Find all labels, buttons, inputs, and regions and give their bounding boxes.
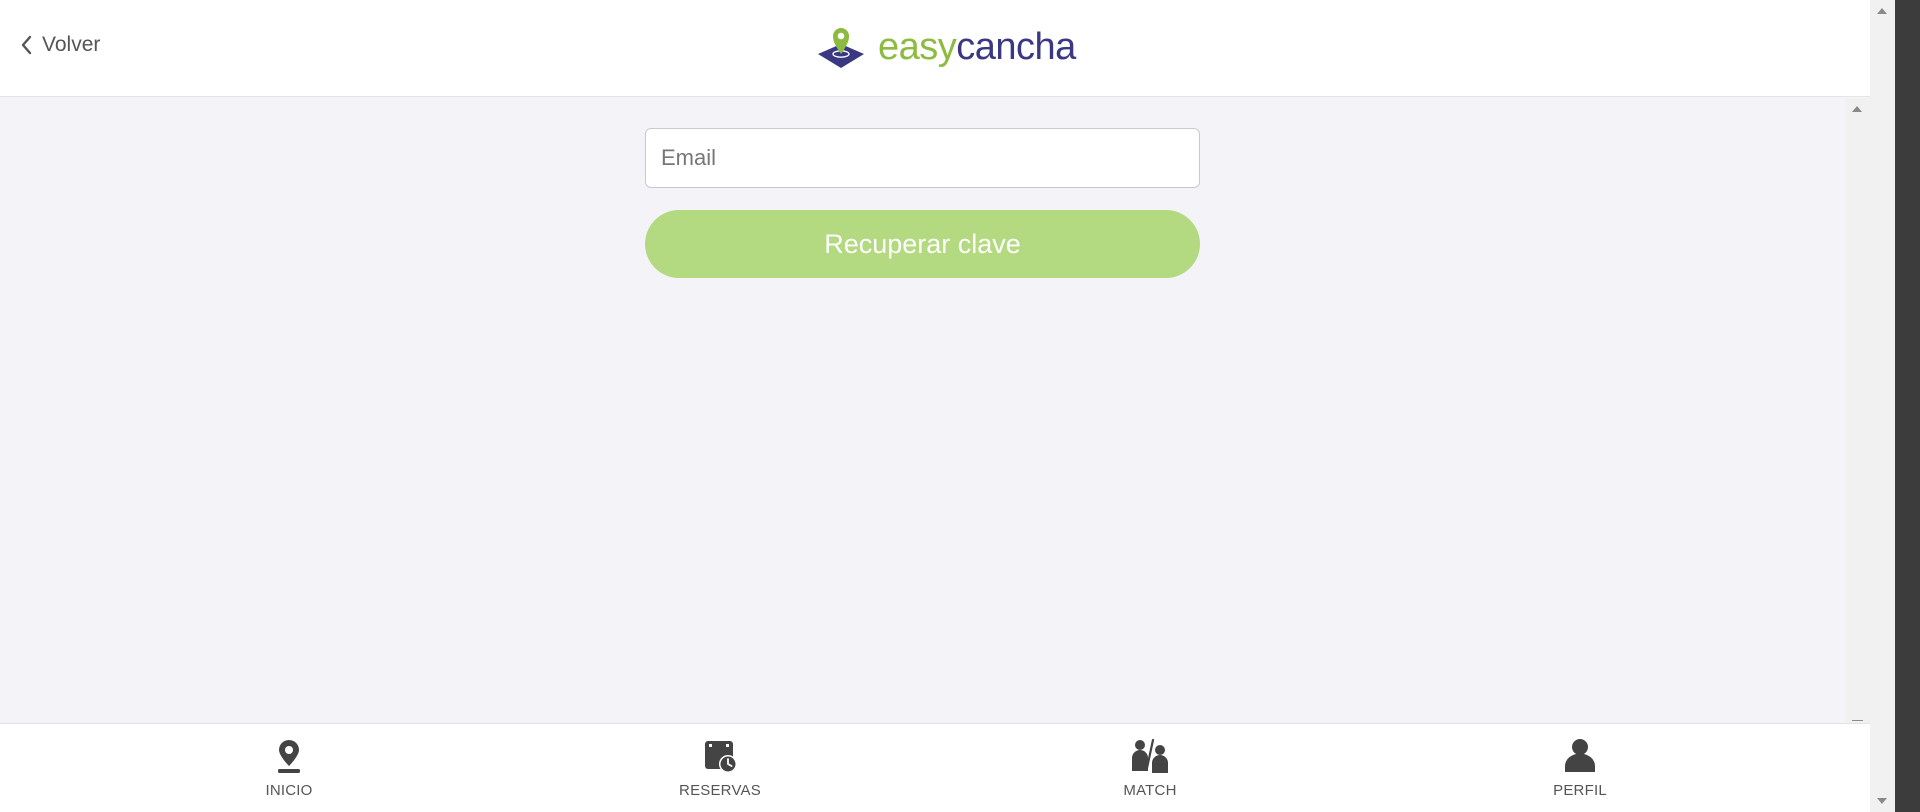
top-header: Volver easycancha: [0, 0, 1870, 97]
user-icon: [1560, 736, 1600, 776]
calendar-clock-icon: [700, 736, 740, 776]
brand-logo: easycancha: [816, 24, 1076, 70]
players-vs-icon: [1130, 736, 1170, 776]
content-scrollbar[interactable]: [1845, 98, 1870, 723]
map-pin-field-icon: [818, 28, 864, 68]
back-button[interactable]: Volver: [20, 33, 100, 57]
email-input[interactable]: [645, 128, 1200, 188]
nav-item-inicio[interactable]: INICIO: [209, 736, 369, 799]
scroll-down-arrow-icon[interactable]: [1852, 720, 1863, 721]
page-scrollbar[interactable]: [1870, 0, 1895, 812]
brand-wordmark: easycancha: [878, 25, 1076, 69]
nav-item-reservas[interactable]: RESERVAS: [640, 736, 800, 799]
window-edge: [1895, 0, 1920, 812]
brand-easy: easy: [878, 26, 957, 68]
nav-label-reservas: RESERVAS: [679, 782, 761, 799]
page-scroll-down-arrow-icon[interactable]: [1877, 798, 1887, 804]
brand-cancha: cancha: [956, 26, 1076, 68]
nav-label-match: MATCH: [1123, 782, 1177, 799]
page-scroll-up-arrow-icon[interactable]: [1877, 8, 1887, 14]
recover-password-content: [0, 98, 1845, 723]
bottom-navigation: INICIO RESERVAS MATCH PERFIL: [0, 723, 1870, 812]
chevron-left-icon: [21, 35, 32, 55]
recover-password-button[interactable]: Recuperar clave: [645, 210, 1200, 278]
nav-item-perfil[interactable]: PERFIL: [1500, 736, 1660, 799]
nav-item-match[interactable]: MATCH: [1070, 736, 1230, 799]
nav-label-perfil: PERFIL: [1553, 782, 1607, 799]
back-label: Volver: [42, 33, 101, 56]
nav-label-inicio: INICIO: [265, 782, 313, 799]
scroll-up-arrow-icon[interactable]: [1852, 106, 1862, 112]
location-pin-icon: [269, 736, 309, 776]
app-window: Volver easycancha Recuperar clave: [0, 0, 1870, 812]
